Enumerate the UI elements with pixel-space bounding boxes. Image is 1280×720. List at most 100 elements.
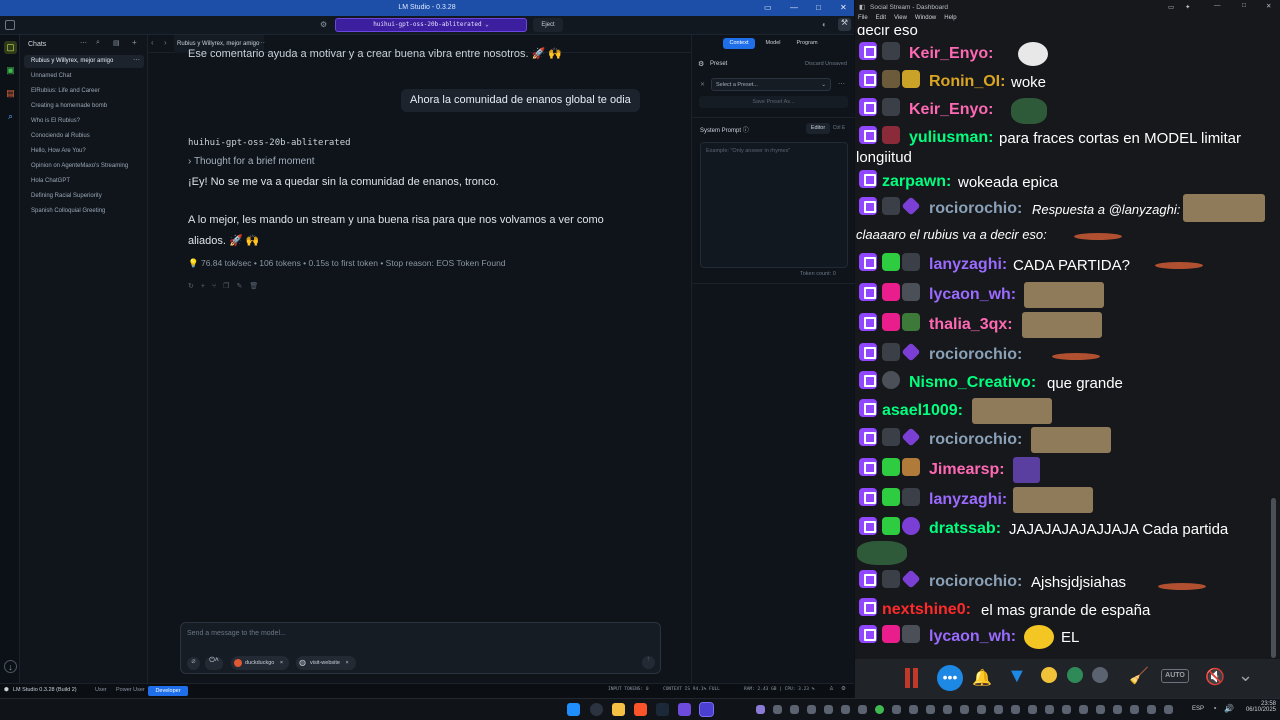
delete-icon[interactable]: 🗑 [249,283,265,290]
new-chat-icon[interactable]: + [132,38,137,47]
sidebar-toggle-icon[interactable] [5,20,15,30]
wifi-icon[interactable]: ◔ [1212,704,1217,713]
tab-options-icon[interactable]: ⋯ [258,39,265,47]
wrench-icon[interactable]: ⚒ [838,18,851,31]
plug-icon[interactable]: ⏻˄ [205,657,223,670]
chat-item[interactable]: Opinion on AgenteMaxo's Streaming [31,163,128,169]
menu-file[interactable]: File [858,15,868,21]
menu-edit[interactable]: Edit [876,15,886,21]
chat-item[interactable]: Unnamed Chat [31,73,71,79]
send-icon[interactable]: ↑ [642,656,655,669]
mode-developer[interactable]: Developer [148,686,188,696]
editor-button[interactable]: Editor [806,123,830,134]
minimize-icon[interactable]: — [790,3,798,12]
attach-icon[interactable]: ⌀ [187,657,200,670]
menu-window[interactable]: Window [915,15,936,21]
new-folder-icon[interactable]: ▤ [113,39,120,47]
add-icon[interactable]: + [201,283,212,290]
chat-item[interactable]: ElRubius: Life and Career [31,88,100,94]
emoji-icon[interactable] [1041,667,1057,683]
theme-icon[interactable]: ◐ [822,20,827,29]
more-icon[interactable]: ⋯ [80,39,87,47]
eject-button[interactable]: Eject [533,18,563,32]
scroll-down-icon[interactable]: ⌄ [1238,665,1253,686]
folder-icon[interactable]: ▤ [4,87,17,100]
tray-icon[interactable] [943,705,952,714]
chat-item[interactable]: Spanish Colloquial Greeting [31,208,105,214]
tab-model[interactable]: Model [758,38,788,49]
download-icon[interactable]: ↓ [4,660,17,673]
tray-icon[interactable] [1028,705,1037,714]
tool-duckduckgo[interactable]: duckduckgo × [231,656,289,670]
regenerate-icon[interactable]: ↻ [188,283,201,290]
tray-icon[interactable] [773,705,782,714]
tray-icon[interactable] [977,705,986,714]
maximize-icon[interactable]: □ [1242,2,1246,9]
message-input[interactable]: Send a message to the model... [187,630,286,637]
remove-tool-icon[interactable]: × [280,660,283,666]
chat-icon[interactable]: ▢ [4,41,17,54]
tray-icon[interactable] [926,705,935,714]
tray-icon[interactable] [841,705,850,714]
chat-item[interactable]: Creating a homemade bomb [31,103,107,109]
mode-user[interactable]: User [95,687,107,693]
chat-item[interactable]: Hola ChatGPT [31,178,70,184]
menu-view[interactable]: View [894,15,907,21]
model-selector[interactable]: huihui-gpt-oss-20b-abliterated ⌄ [335,18,527,32]
cast-icon[interactable]: ▭ [1168,3,1174,11]
pause-icon[interactable] [905,668,910,688]
tray-icon[interactable] [858,705,867,714]
mute-icon[interactable]: 🔇 [1205,667,1225,687]
tray-icon[interactable] [1045,705,1054,714]
star-icon[interactable] [1092,667,1108,683]
tray-icon[interactable] [824,705,833,714]
branch-icon[interactable]: ⑂ [212,283,223,290]
edit-icon[interactable]: ✎ [236,283,249,290]
mode-power-user[interactable]: Power User [116,687,145,693]
broom-icon[interactable]: 🧹 [1129,666,1149,686]
back-icon[interactable]: ‹ [151,38,154,47]
tray-icon[interactable] [1130,705,1139,714]
remove-tool-icon[interactable]: × [345,660,348,666]
tray-icon[interactable] [1164,705,1173,714]
clock[interactable]: 23:58 06/10/2025 [1242,701,1276,713]
tool-visit-website[interactable]: ◍ visit-website × [296,656,356,670]
chat-item[interactable]: Defining Racial Superiority [31,193,102,199]
tray-icon[interactable] [790,705,799,714]
chat-bubble-icon[interactable]: ••• [937,665,963,691]
settings-icon[interactable]: ⚙ [841,686,846,692]
tray-icon[interactable] [892,705,901,714]
terminal-icon[interactable]: ▣ [4,64,17,77]
restore-icon[interactable]: ▭ [764,3,772,12]
tray-icon[interactable] [875,705,884,714]
language-indicator[interactable]: ESP [1192,706,1204,712]
discard-unsaved[interactable]: Discard Unsaved [805,61,847,67]
system-prompt-input[interactable]: Example: "Only answer in rhymes" [700,142,848,268]
volume-icon[interactable]: 🔊 [1224,704,1234,713]
brave-icon[interactable] [634,703,647,716]
preset-options-icon[interactable]: ⋯ [838,80,845,88]
tray-icon[interactable] [994,705,1003,714]
tab-context[interactable]: Context [723,38,755,49]
tray-icon[interactable] [1011,705,1020,714]
thought-toggle[interactable]: › Thought for a brief moment [188,156,315,167]
lm-studio-icon[interactable] [699,702,714,717]
chat-item[interactable]: Conociendo al Rubius [31,133,90,139]
chat-item[interactable]: Rubius y Willyrex, mejor amigo [31,58,113,64]
auto-button[interactable]: AUTO [1161,669,1189,683]
search-chats-icon[interactable]: ⌕ [96,39,100,47]
forward-icon[interactable]: › [164,38,167,47]
tray-icon[interactable] [1079,705,1088,714]
filter-icon[interactable]: ▼ [1007,665,1027,688]
close-icon[interactable]: ✕ [1266,2,1271,10]
settings-icon[interactable]: ⚙ [320,20,327,29]
tray-icon[interactable] [1147,705,1156,714]
tray-icon[interactable] [960,705,969,714]
chat-options-icon[interactable]: ⋯ [133,56,140,64]
close-icon[interactable]: ✕ [840,3,847,12]
steam-icon[interactable] [656,703,669,716]
tray-icon[interactable] [1113,705,1122,714]
tray-icon[interactable] [1062,705,1071,714]
pin-icon[interactable]: ✦ [1185,3,1190,11]
minimize-icon[interactable]: — [1214,2,1221,9]
